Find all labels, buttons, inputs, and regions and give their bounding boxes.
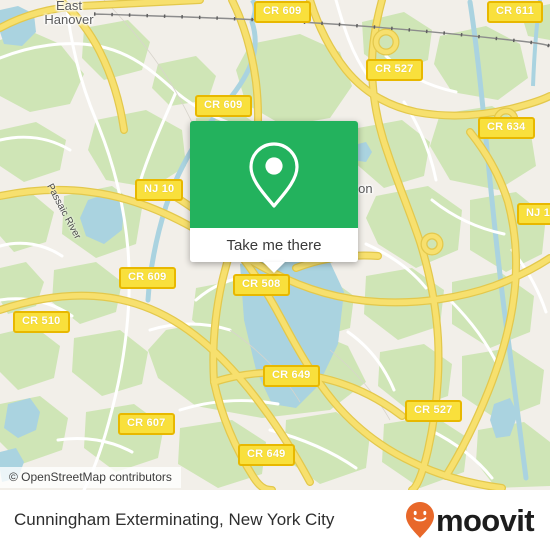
location-popup-card[interactable]: Take me there [190,121,358,273]
road-shield-nj-10-east[interactable]: NJ 10 [517,203,550,225]
moovit-brand-logo[interactable]: moovit [405,501,535,539]
road-shield-cr-609-west[interactable]: CR 609 [195,95,252,117]
road-shield-cr-508[interactable]: CR 508 [233,274,290,296]
popup-pointer-tail [263,262,285,273]
road-shield-cr-611[interactable]: CR 611 [487,1,543,23]
road-shield-cr-609-south[interactable]: CR 609 [119,267,176,289]
road-shield-cr-609-north[interactable]: CR 609 [254,1,311,23]
map-canvas[interactable]: East Hanover ston Passaic River CR 609 C… [0,0,550,490]
popup-cta-panel[interactable]: Take me there [190,228,358,273]
take-me-there-label: Take me there [226,236,322,254]
moovit-smiley-pin-icon [405,502,434,538]
road-shield-cr-527-north[interactable]: CR 527 [366,59,423,81]
road-shield-nj-10-west[interactable]: NJ 10 [135,179,184,201]
page-title: Cunningham Exterminating, New York City [14,510,335,529]
popup-pin-panel [190,121,358,228]
road-shield-cr-527-south[interactable]: CR 527 [405,400,462,422]
road-shield-cr-649-south[interactable]: CR 649 [238,444,295,466]
road-shield-cr-634[interactable]: CR 634 [478,117,535,139]
osm-attribution[interactable]: © OpenStreetMap contributors [0,467,181,488]
road-shield-cr-510[interactable]: CR 510 [13,311,70,333]
map-screenshot-root: East Hanover ston Passaic River CR 609 C… [0,0,550,550]
map-pin-icon [249,141,299,208]
road-shield-cr-649-north[interactable]: CR 649 [263,365,320,387]
footer-bar: Cunningham Exterminating, New York City … [0,490,550,550]
moovit-wordmark: moovit [435,502,535,538]
road-shield-cr-607[interactable]: CR 607 [118,413,175,435]
